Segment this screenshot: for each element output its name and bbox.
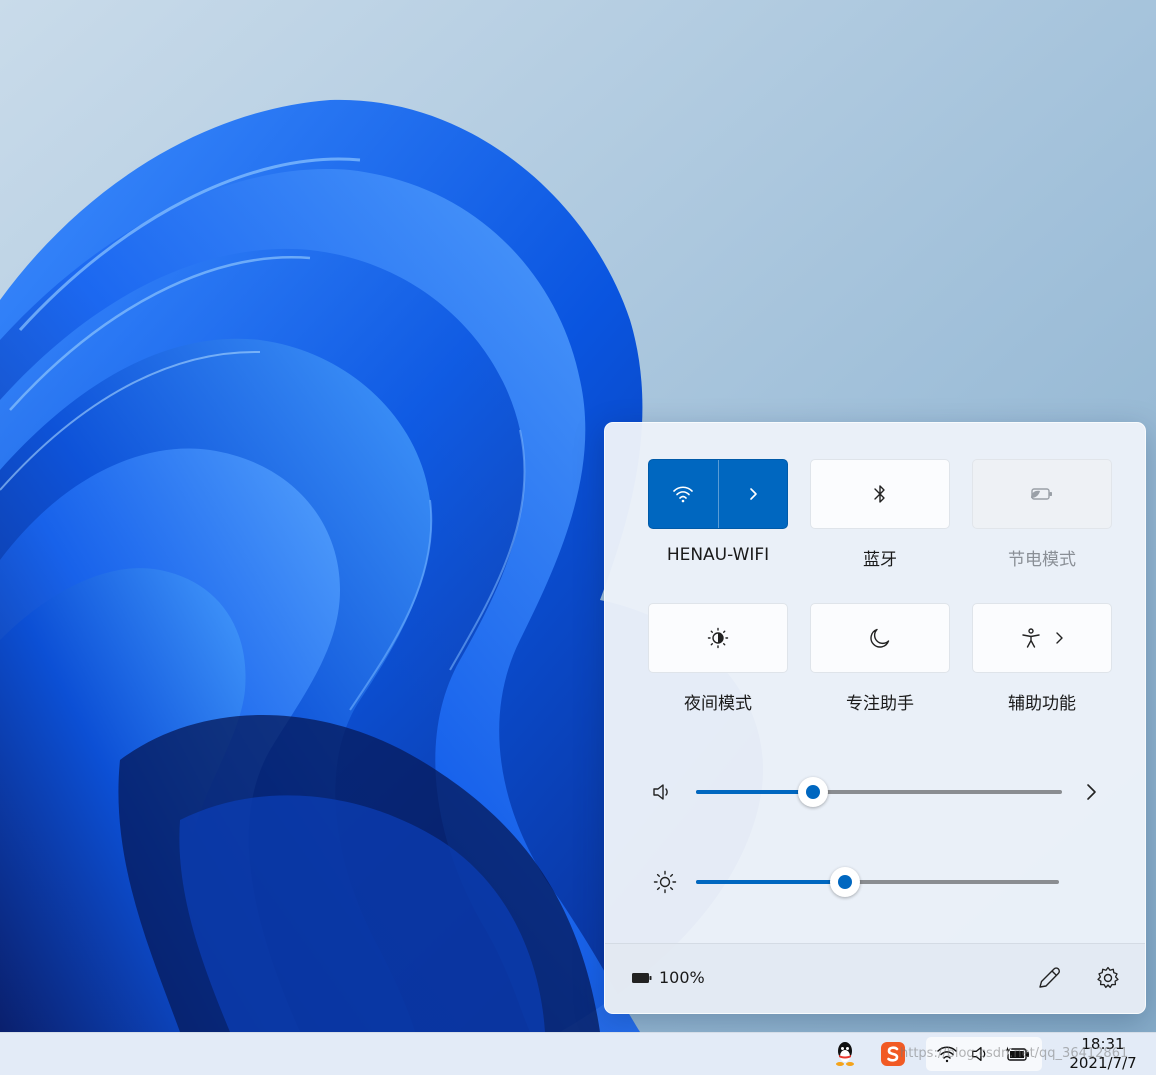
battery-saver-tile[interactable] (972, 459, 1112, 529)
chevron-right-icon (1056, 632, 1063, 644)
brightness-slider-thumb[interactable] (829, 867, 860, 897)
sun-icon (653, 870, 677, 894)
bluetooth-tile[interactable] (810, 459, 950, 529)
battery-icon[interactable] (630, 971, 652, 985)
accessibility-tile-label: 辅助功能 (1008, 694, 1076, 714)
moon-icon (870, 628, 890, 648)
night-light-tile[interactable] (648, 603, 788, 673)
wifi-toggle-button[interactable] (649, 460, 718, 528)
focus-assist-tile[interactable] (810, 603, 950, 673)
brightness-slider-fill (696, 880, 845, 884)
focus-assist-tile-label: 专注助手 (846, 694, 914, 714)
accessibility-icon (1022, 628, 1040, 648)
battery-percentage: 100% (659, 968, 705, 987)
chevron-right-icon (749, 488, 757, 500)
watermark: https://blog.csdn.net/qq_36412861 (900, 1046, 1129, 1061)
wifi-tile (648, 459, 788, 529)
accessibility-tile[interactable] (972, 603, 1112, 673)
battery-saver-icon (1031, 488, 1052, 500)
volume-slider-fill (696, 790, 814, 794)
qq-icon[interactable] (834, 1041, 856, 1067)
bluetooth-icon (874, 485, 885, 503)
wifi-tile-label: HENAU-WIFI (666, 545, 770, 565)
wifi-icon (673, 486, 694, 503)
quick-settings-panel: HENAU-WIFI 蓝牙 节电模式 夜间模式 专注助手 辅助功能 100% (604, 422, 1146, 1014)
speaker-icon[interactable] (651, 781, 673, 803)
wifi-expand-button[interactable] (719, 460, 788, 528)
night-light-icon (707, 627, 729, 649)
bluetooth-tile-label: 蓝牙 (863, 550, 897, 570)
edit-icon[interactable] (1036, 965, 1062, 991)
chevron-right-icon[interactable] (1083, 781, 1101, 803)
night-light-tile-label: 夜间模式 (684, 694, 752, 714)
gear-icon[interactable] (1095, 965, 1121, 991)
quick-settings-footer: 100% (605, 943, 1145, 1013)
battery-saver-tile-label: 节电模式 (1008, 550, 1076, 570)
volume-slider-thumb[interactable] (798, 777, 829, 807)
